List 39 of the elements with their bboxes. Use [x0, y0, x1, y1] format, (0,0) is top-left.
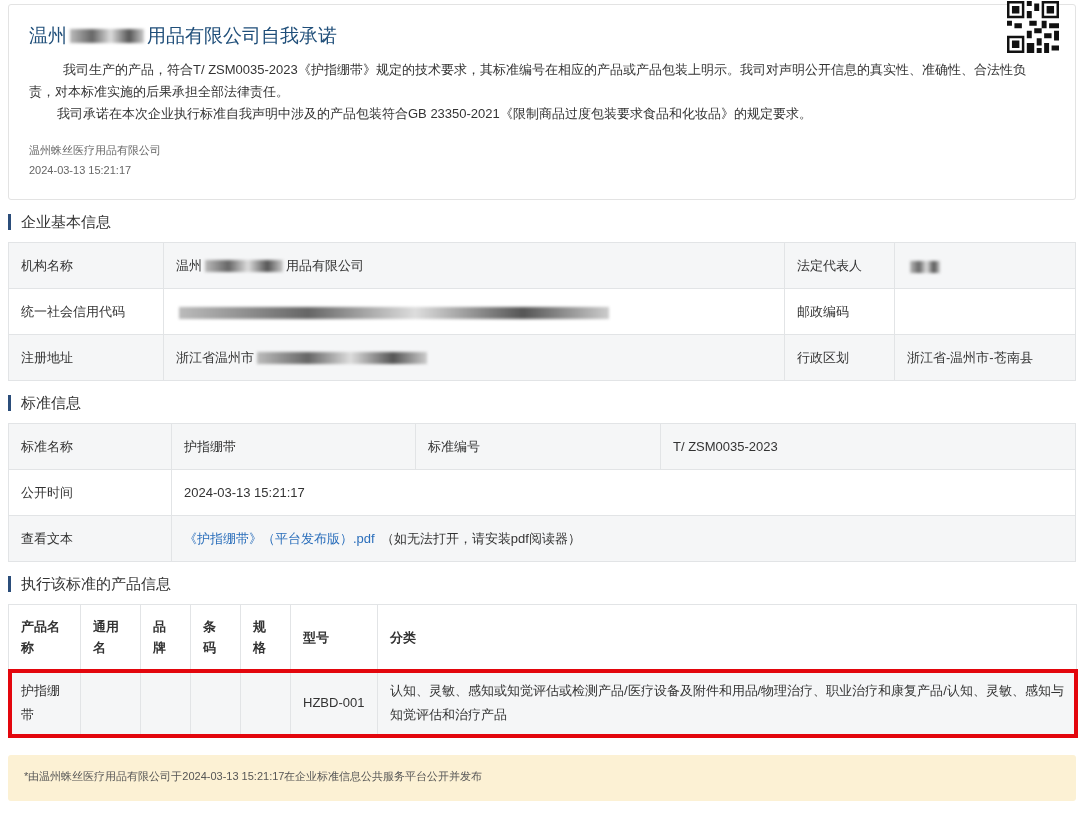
column-header: 产品名称 [8, 604, 81, 670]
qr-code-icon [1007, 1, 1059, 53]
table-cell: 护指绷带 [21, 683, 60, 722]
title-text: 温州 [29, 24, 67, 48]
table-cell: 注册地址 [8, 334, 164, 381]
column-header: 分类 [377, 604, 1077, 670]
section-heading: 企业基本信息 [8, 214, 1076, 230]
table-cell: 温州 用品有限公司 [163, 242, 785, 289]
column-header: 品牌 [140, 604, 191, 670]
table-cell: 统一社会信用代码 [8, 288, 164, 335]
title-text: 用品有限公司自我承诺 [147, 24, 337, 48]
table-cell: 护指绷带 [171, 423, 416, 470]
table-cell: T/ ZSM0035-2023 [660, 423, 1076, 470]
table-cell: 公开时间 [8, 469, 172, 516]
publish-date: 2024-03-13 15:21:17 [29, 164, 133, 176]
commitment-paragraph: 我司生产的产品，符合T/ ZSM0035-2023《护指绷带》规定的技术要求，其标准编号在相应的产品或产品包装上明示。我司对声明公开信息的真实性、准确性、合法性负责，对本标准实施的后果承担全部法律责任。 [29, 61, 1027, 101]
table-cell: 法定代表人 [784, 242, 895, 289]
column-header: 通用名 [80, 604, 141, 670]
table-cell: 机构名称 [8, 242, 164, 289]
column-header: 规格 [240, 604, 291, 670]
commitment-paragraph: 我司承诺在本次企业执行标准自我声明中涉及的产品包装符合GB 23350-2021《限制商品过度包装要求食品和化妆品》的规定要求。 [56, 105, 813, 123]
column-header: 条码 [190, 604, 241, 670]
table-cell: 认知、灵敏、感知或知觉评估或检测产品/医疗设备及附件和用品/物理治疗、职业治疗和康复产品/认知、灵敏、感知与知觉评估和治疗产品 [390, 683, 1064, 722]
column-header: 型号 [290, 604, 378, 670]
footer-notice: *由温州蛛丝医疗用品有限公司于2024-03-13 15:21:17在企业标准信息公共服务平台公开并发布 [8, 755, 1076, 801]
table-cell: HZBD-001 [303, 695, 365, 710]
table-cell: 查看文本 [8, 515, 172, 562]
table-cell: 浙江省温州市 [163, 334, 785, 381]
table-cell: 邮政编码 [784, 288, 895, 335]
table-cell: 浙江省-温州市-苍南县 [894, 334, 1076, 381]
section-heading: 标准信息 [8, 395, 1076, 411]
company-name: 温州蛛丝医疗用品有限公司 [29, 143, 162, 158]
table-cell: 标准编号 [415, 423, 661, 470]
table-cell: 行政区划 [784, 334, 895, 381]
link-note: （如无法打开，请安装pdf阅读器） [380, 530, 581, 546]
table-cell: 2024-03-13 15:21:17 [171, 469, 1076, 516]
section-heading: 执行该标准的产品信息 [8, 576, 1076, 592]
table-cell: 标准名称 [8, 423, 172, 470]
pdf-link[interactable]: 《护指绷带》（平台发布版）.pdf [184, 530, 375, 546]
